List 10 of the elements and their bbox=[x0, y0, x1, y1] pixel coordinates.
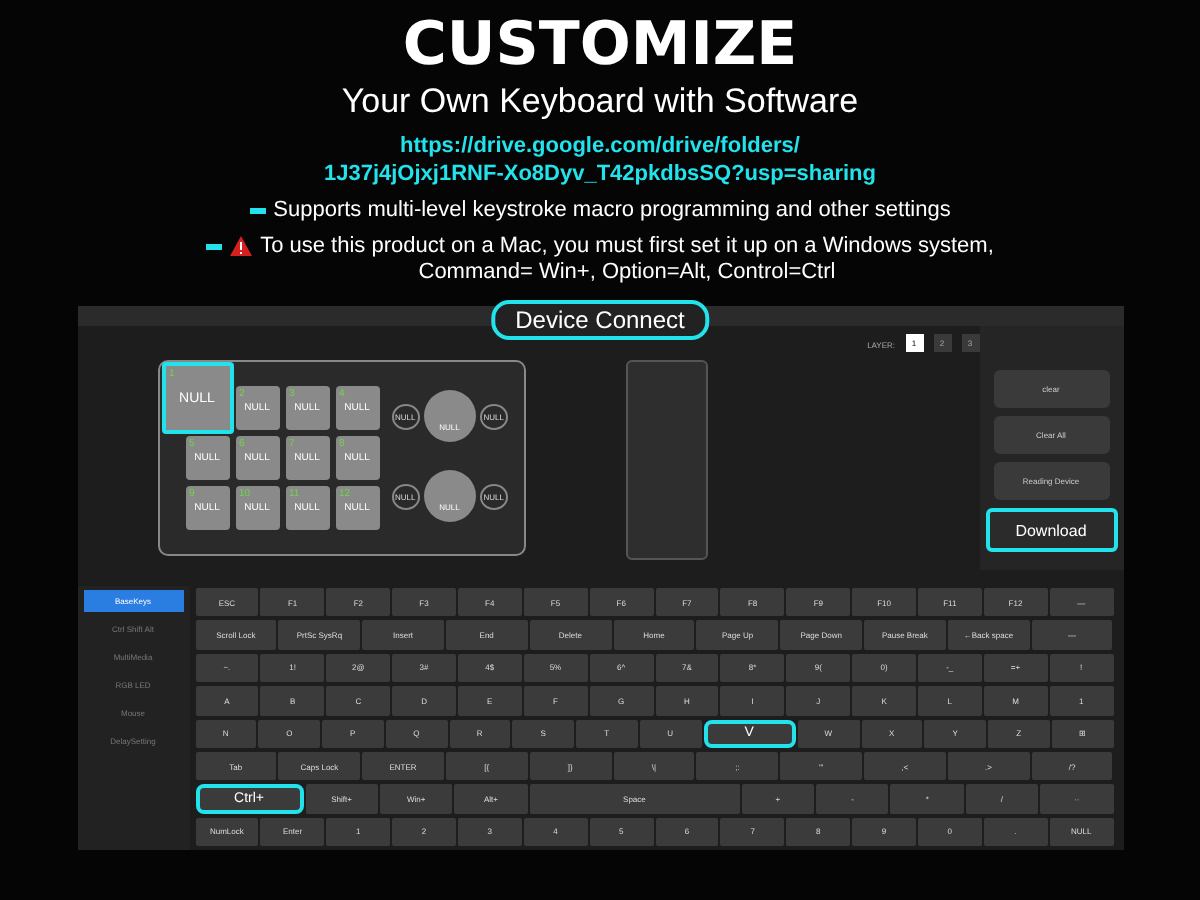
feature-note: Supports multi-level keystroke macro programming and other settings bbox=[273, 198, 951, 224]
bullet-dash bbox=[206, 244, 223, 250]
device-connect-button[interactable]: Device Connect bbox=[491, 300, 709, 340]
action-button[interactable]: Download bbox=[985, 508, 1117, 552]
bullet-dash bbox=[249, 208, 266, 214]
headline: CUSTOMIZE bbox=[402, 12, 798, 80]
download-link[interactable]: https://drive.google.com/drive/folders/ bbox=[400, 132, 800, 160]
subheadline: Your Own Keyboard with Software bbox=[341, 80, 859, 124]
download-link[interactable]: 1J37j4jOjxj1RNF-Xo8Dyv_T42pkdbsSQ?usp=sharing bbox=[323, 160, 876, 188]
feature-note: To use this product on a Mac, you must first set it up on a Windows system, Command= Win+, Option=Alt, Control=Ctrl bbox=[260, 234, 994, 286]
